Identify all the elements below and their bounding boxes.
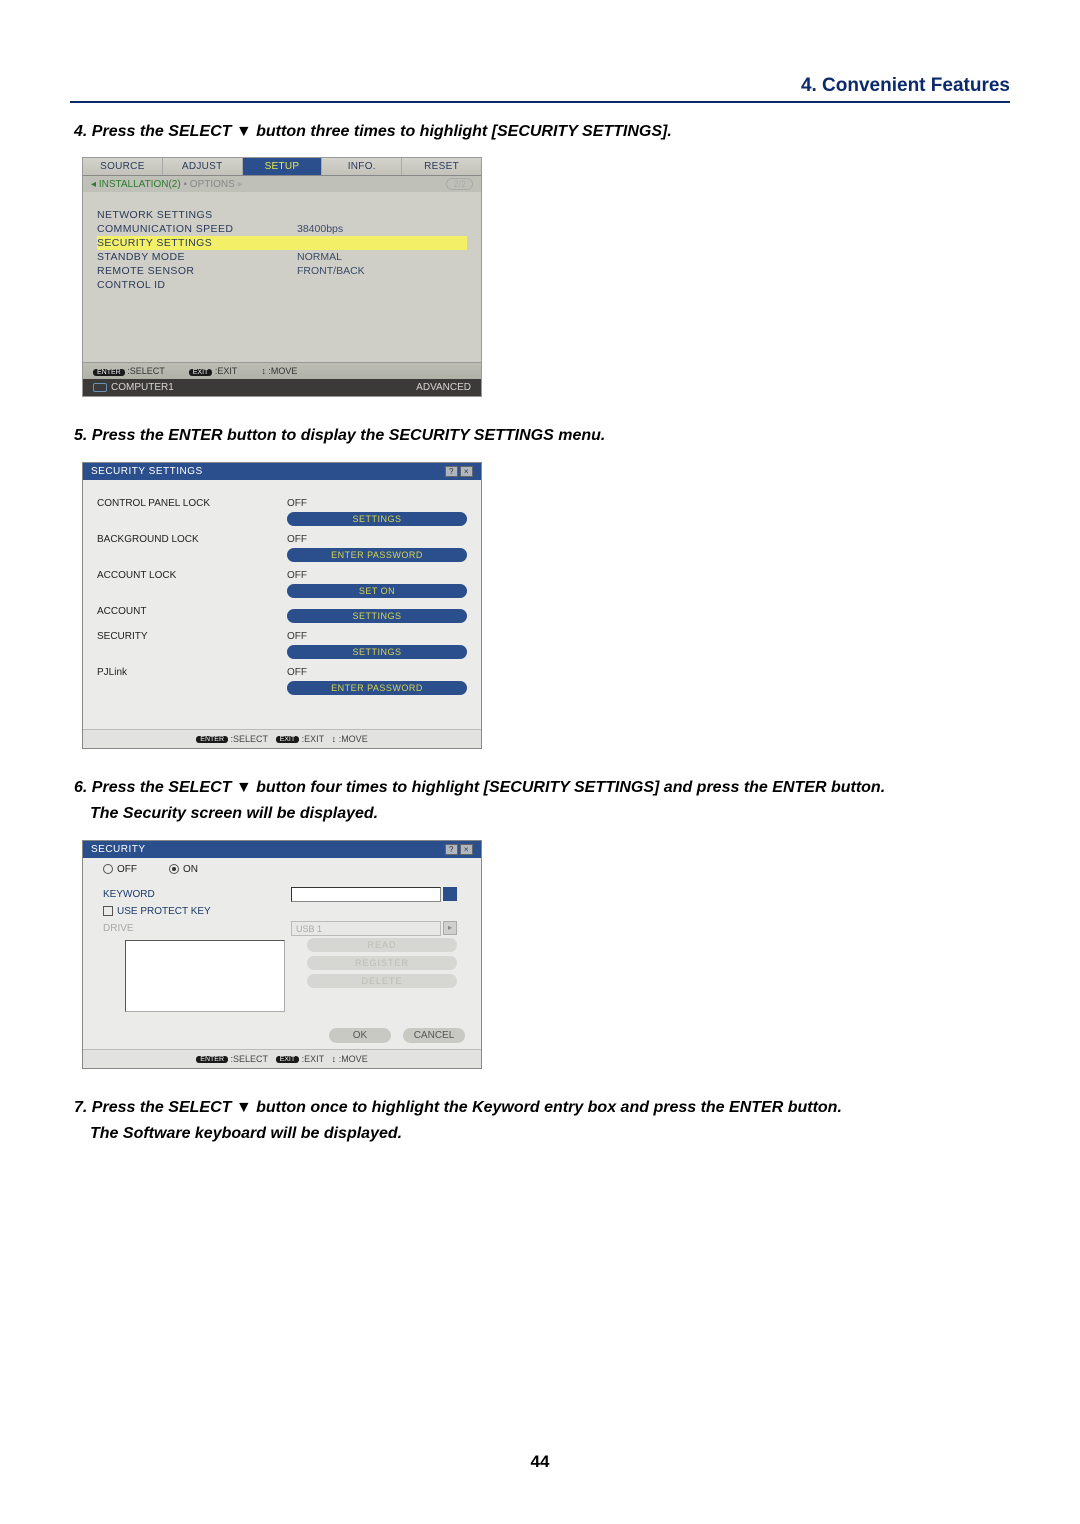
row-bgl: BACKGROUND LOCK (97, 534, 287, 545)
btn-cancel[interactable]: CANCEL (403, 1028, 465, 1043)
btn-enterpw-pj[interactable]: ENTER PASSWORD (287, 681, 467, 695)
keyword-label: KEYWORD (103, 889, 291, 900)
row-acl: ACCOUNT LOCK (97, 570, 287, 581)
key-updown: ↕ (261, 366, 266, 376)
row-standby[interactable]: STANDBY MODENORMAL (97, 250, 467, 264)
help-icon[interactable]: ? (445, 844, 458, 855)
status-source: COMPUTER1 (111, 382, 174, 393)
row-sec: SECURITY (97, 631, 287, 642)
radio-off[interactable] (103, 864, 113, 874)
close-icon[interactable]: × (460, 466, 473, 477)
radio-on[interactable] (169, 864, 179, 874)
row-cpl: CONTROL PANEL LOCK (97, 498, 287, 509)
step-6a: 6. Press the SELECT ▼ button four times … (70, 777, 1010, 799)
btn-settings-cpl[interactable]: SETTINGS (287, 512, 467, 526)
page-indicator: 2/2 (446, 178, 473, 190)
subtab-installation[interactable]: INSTALLATION(2) (99, 179, 181, 190)
step-7b: The Software keyboard will be displayed. (70, 1123, 1010, 1145)
chevron-right-icon: ▸ (443, 921, 457, 935)
btn-seton-acl[interactable]: SET ON (287, 584, 467, 598)
key-enter: ENTER (196, 736, 228, 743)
keyboard-icon[interactable] (443, 887, 457, 901)
btn-delete: DELETE (307, 974, 457, 988)
row-pjlink: PJLink (97, 667, 287, 678)
status-mode: ADVANCED (416, 382, 471, 393)
key-exit: EXIT (189, 369, 213, 376)
key-exit: EXIT (276, 1056, 300, 1063)
step-4: 4. Press the SELECT ▼ button three times… (70, 121, 1010, 143)
step-5: 5. Press the ENTER button to display the… (70, 425, 1010, 447)
key-enter: ENTER (93, 369, 125, 376)
btn-ok[interactable]: OK (329, 1028, 391, 1043)
row-comm-speed[interactable]: COMMUNICATION SPEED38400bps (97, 222, 467, 236)
dialog-title: SECURITY SETTINGS (91, 466, 203, 477)
subtab-options[interactable]: OPTIONS (190, 179, 235, 190)
row-control-id[interactable]: CONTROL ID (97, 278, 467, 292)
btn-enterpw-bgl[interactable]: ENTER PASSWORD (287, 548, 467, 562)
btn-register: REGISTER (307, 956, 457, 970)
screenshot-security-dialog: SECURITY ? × OFF ON KEYWORD USE PROTECT … (82, 840, 1010, 1069)
row-remote-sensor[interactable]: REMOTE SENSORFRONT/BACK (97, 264, 467, 278)
keyword-input[interactable] (291, 887, 441, 902)
drive-label: DRIVE (103, 923, 291, 934)
tab-reset[interactable]: RESET (402, 158, 481, 175)
dialog-title: SECURITY (91, 844, 146, 855)
source-icon (93, 383, 107, 392)
key-updown: ↕ (332, 734, 337, 744)
tab-info[interactable]: INFO. (322, 158, 402, 175)
close-icon[interactable]: × (460, 844, 473, 855)
tab-source[interactable]: SOURCE (83, 158, 163, 175)
drive-combo: USB 1 (291, 921, 441, 936)
row-network[interactable]: NETWORK SETTINGS (97, 208, 467, 222)
section-header: 4. Convenient Features (70, 75, 1010, 103)
btn-settings-sec[interactable]: SETTINGS (287, 645, 467, 659)
key-enter: ENTER (196, 1056, 228, 1063)
page-number: 44 (0, 1452, 1080, 1472)
row-security-settings[interactable]: SECURITY SETTINGS (97, 236, 467, 250)
tab-adjust[interactable]: ADJUST (163, 158, 243, 175)
row-acc: ACCOUNT (97, 606, 287, 617)
key-updown: ↕ (332, 1054, 337, 1064)
step-7a: 7. Press the SELECT ▼ button once to hig… (70, 1097, 1010, 1119)
tab-setup[interactable]: SETUP (243, 158, 323, 175)
step-6b: The Security screen will be displayed. (70, 803, 1010, 825)
osd-tabs: SOURCE ADJUST SETUP INFO. RESET (83, 158, 481, 176)
screenshot-setup-menu: SOURCE ADJUST SETUP INFO. RESET ◂ INSTAL… (82, 157, 1010, 397)
protect-checkbox[interactable] (103, 906, 113, 916)
key-exit: EXIT (276, 736, 300, 743)
screenshot-security-settings: SECURITY SETTINGS ? × CONTROL PANEL LOCK… (82, 462, 1010, 749)
help-icon[interactable]: ? (445, 466, 458, 477)
btn-read: READ (307, 938, 457, 952)
btn-settings-acc[interactable]: SETTINGS (287, 609, 467, 623)
key-list (125, 940, 285, 1012)
